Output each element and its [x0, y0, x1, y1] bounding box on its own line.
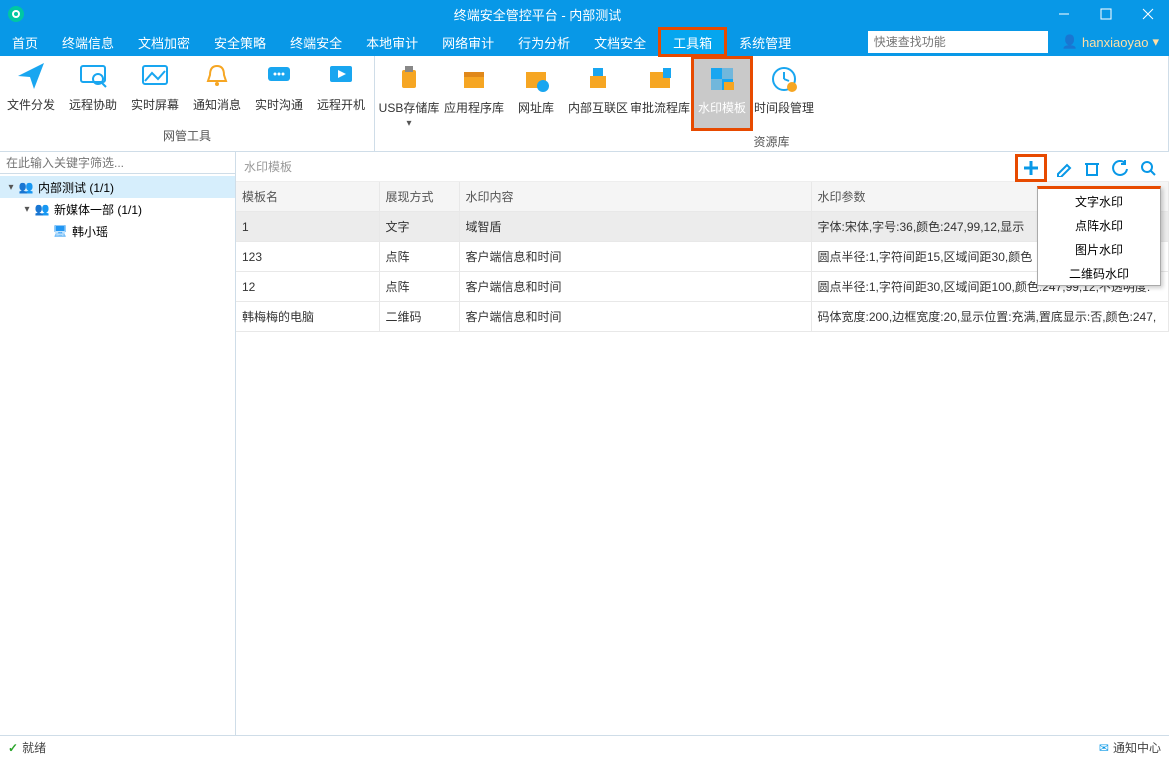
refresh-button[interactable] [1109, 157, 1131, 179]
tool-intranet[interactable]: 内部互联区 [567, 56, 629, 131]
status-ready: 就绪 [22, 739, 46, 756]
col-mode[interactable]: 展现方式 [379, 182, 459, 212]
tool-usb-store[interactable]: USB存储库▾ [375, 56, 443, 131]
tool-url-lib[interactable]: 网址库 [505, 56, 567, 131]
group-icon: 👥 [18, 180, 34, 194]
user-icon: 👤 [1062, 34, 1078, 50]
maximize-button[interactable] [1085, 0, 1127, 28]
tool-realtime-screen[interactable]: 实时屏幕 [124, 56, 186, 125]
ribbon-group-label-netadmin: 网管工具 [0, 125, 374, 148]
quick-search-input[interactable] [868, 31, 1048, 53]
menu-doc-security[interactable]: 文档安全 [582, 28, 658, 56]
opt-dot-watermark[interactable]: 点阵水印 [1038, 213, 1160, 237]
menu-home[interactable]: 首页 [0, 28, 50, 56]
tool-notify[interactable]: 通知消息 [186, 56, 248, 125]
menu-local-audit[interactable]: 本地审计 [354, 28, 430, 56]
box-globe-icon [520, 63, 552, 95]
chevron-down-icon: ▾ [1152, 34, 1159, 50]
monitor-icon: 🖥 [52, 224, 68, 238]
bell-icon [201, 60, 233, 92]
menu-terminal-security[interactable]: 终端安全 [278, 28, 354, 56]
menu-security-policy[interactable]: 安全策略 [202, 28, 278, 56]
tree-leaf[interactable]: 🖥 韩小瑶 [0, 220, 235, 242]
tool-app-lib[interactable]: 应用程序库 [443, 56, 505, 131]
app-logo [8, 6, 24, 22]
tool-remote-assist[interactable]: 远程协助 [62, 56, 124, 125]
minimize-button[interactable] [1043, 0, 1085, 28]
tool-remote-power[interactable]: 远程开机 [310, 56, 372, 125]
chevron-down-icon: ▾ [4, 182, 18, 193]
add-button[interactable] [1020, 157, 1042, 179]
table-row[interactable]: 韩梅梅的电脑二维码客户端信息和时间码体宽度:200,边框宽度:20,显示位置:充… [236, 302, 1169, 332]
table-row[interactable]: 12点阵客户端信息和时间圆点半径:1,字符间距30,区域间距100,颜色:247… [236, 272, 1169, 302]
flow-icon [644, 63, 676, 95]
group-icon: 👥 [34, 202, 50, 216]
opt-image-watermark[interactable]: 图片水印 [1038, 237, 1160, 261]
opt-text-watermark[interactable]: 文字水印 [1038, 189, 1160, 213]
menu-system[interactable]: 系统管理 [727, 28, 803, 56]
paper-plane-icon [15, 60, 47, 92]
edit-button[interactable] [1053, 157, 1075, 179]
notify-center[interactable]: 通知中心 [1113, 739, 1161, 756]
ribbon-group-label-resource: 资源库 [375, 131, 1168, 154]
network-icon [582, 63, 614, 95]
chat-icon [263, 60, 295, 92]
close-button[interactable] [1127, 0, 1169, 28]
box-icon [458, 63, 490, 95]
opt-qr-watermark[interactable]: 二维码水印 [1038, 261, 1160, 285]
tool-realtime-chat[interactable]: 实时沟通 [248, 56, 310, 125]
watermark-icon [706, 63, 738, 95]
add-watermark-dropdown: 文字水印 点阵水印 图片水印 二维码水印 [1037, 186, 1161, 286]
chevron-down-icon: ▾ [406, 118, 411, 128]
mail-icon: ✉ [1099, 741, 1109, 755]
menu-network-audit[interactable]: 网络审计 [430, 28, 506, 56]
tool-watermark-template[interactable]: 水印模板 [691, 56, 753, 131]
tool-file-distribute[interactable]: 文件分发 [0, 56, 62, 125]
usb-icon [393, 63, 425, 95]
monitor-search-icon [77, 60, 109, 92]
col-content[interactable]: 水印内容 [459, 182, 811, 212]
tool-approval[interactable]: 审批流程库 [629, 56, 691, 131]
user-name: hanxiaoyao [1082, 35, 1149, 50]
tree-filter-input[interactable] [0, 152, 235, 173]
menu-behavior[interactable]: 行为分析 [506, 28, 582, 56]
check-icon: ✓ [8, 741, 18, 755]
window-title: 终端安全管控平台 - 内部测试 [454, 5, 622, 24]
tree-root-label: 内部测试 (1/1) [38, 179, 114, 196]
monitor-play-icon [325, 60, 357, 92]
picture-icon [139, 60, 171, 92]
table-row[interactable]: 123点阵客户端信息和时间圆点半径:1,字符间距15,区域间距30,颜色 [236, 242, 1169, 272]
menu-doc-encrypt[interactable]: 文档加密 [126, 28, 202, 56]
table-row[interactable]: 1文字域智盾字体:宋体,字号:36,颜色:247,99,12,显示 [236, 212, 1169, 242]
delete-button[interactable] [1081, 157, 1103, 179]
chevron-down-icon: ▾ [20, 204, 34, 215]
menu-toolbox[interactable]: 工具箱 [658, 27, 727, 57]
search-button[interactable] [1137, 157, 1159, 179]
clock-gear-icon [768, 63, 800, 95]
tree-leaf-label: 韩小瑶 [72, 223, 108, 240]
user-menu[interactable]: 👤 hanxiaoyao ▾ [1052, 28, 1169, 56]
tree-dept-label: 新媒体一部 (1/1) [54, 201, 142, 218]
tree-dept[interactable]: ▾ 👥 新媒体一部 (1/1) [0, 198, 235, 220]
tree-root[interactable]: ▾ 👥 内部测试 (1/1) [0, 176, 235, 198]
tool-time-range[interactable]: 时间段管理 [753, 56, 815, 131]
breadcrumb: 水印模板 [244, 158, 292, 175]
menu-terminal-info[interactable]: 终端信息 [50, 28, 126, 56]
col-name[interactable]: 模板名 [236, 182, 379, 212]
